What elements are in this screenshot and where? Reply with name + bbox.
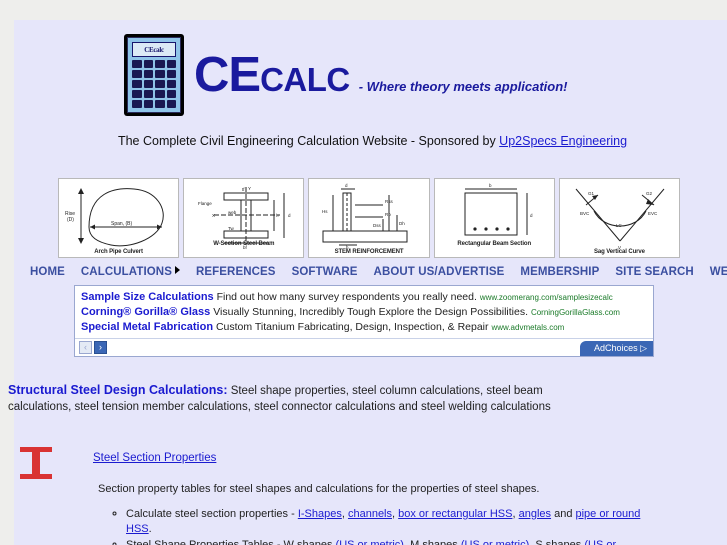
nav-item-software[interactable]: SOFTWARE	[292, 266, 358, 278]
page-title: Structural Steel Design Calculations:	[8, 383, 228, 397]
svg-text:Rss: Rss	[385, 199, 393, 204]
diagram-caption: Arch Pipe Culvert	[94, 249, 143, 255]
ad-next-button[interactable]: ›	[94, 341, 107, 354]
sep: , S shapes	[529, 539, 585, 545]
link-box-rect-hss[interactable]: box or rectangular HSS	[398, 508, 512, 520]
diagram-strip: Rise (D) Span, (B) Arch Pipe Culvert tf	[58, 178, 681, 258]
nav-item-about-us-advertise[interactable]: ABOUT US/ADVERTISE	[374, 266, 505, 278]
link-i-shapes[interactable]: I-Shapes	[298, 508, 342, 520]
advertisement-box: Sample Size Calculations Find out how ma…	[74, 285, 654, 357]
svg-text:G1: G1	[588, 191, 595, 196]
site-subtitle: The Complete Civil Engineering Calculati…	[18, 116, 727, 148]
calculator-keys	[132, 60, 176, 108]
nav-item-web-search[interactable]: WEB SEARCH	[710, 266, 727, 278]
site-header: CEcalc CE CALC - Where theory meets appl…	[14, 20, 727, 148]
calculator-icon: CEcalc	[124, 34, 184, 116]
sponsor-link[interactable]: Up2Specs Engineering	[499, 134, 627, 148]
svg-text:b: b	[489, 183, 492, 188]
site-tagline: - Where theory meets application!	[358, 79, 568, 94]
ad-title[interactable]: Sample Size Calculations	[81, 291, 214, 303]
ad-title[interactable]: Corning® Gorilla® Glass	[81, 306, 210, 318]
diagram-w-section-steel-beam[interactable]: tf Y Flange web X Tw h d bf W-Section St…	[183, 178, 305, 258]
ad-url[interactable]: www.advmetals.com	[491, 323, 564, 332]
svg-text:EVC: EVC	[648, 211, 658, 216]
logo-row: CEcalc CE CALC - Where theory meets appl…	[14, 20, 727, 116]
nav-item-home[interactable]: HOME	[30, 266, 65, 278]
svg-text:X: X	[212, 213, 215, 218]
calculator-screen-label: CEcalc	[132, 42, 176, 57]
nav-item-calculations[interactable]: CALCULATIONS	[81, 266, 180, 278]
ad-text: Visually Stunning, Incredibly Tough Expl…	[213, 306, 529, 318]
nav-item-calculations-label: CALCULATIONS	[80, 266, 172, 278]
diagram-rectangular-beam-section[interactable]: b d Rectangular Beam Section	[433, 178, 555, 258]
ad-prev-button[interactable]: ‹	[79, 341, 92, 354]
diagram-sag-vertical-curve[interactable]: G1 G2 BVC EVC LC V Sag Vertical Curve	[558, 178, 681, 258]
link-s-shapes-units[interactable]: (US or	[584, 539, 616, 545]
diagram-caption: Sag Vertical Curve	[593, 249, 645, 255]
bullet-prefix: Steel Shape Properties Tables - W shapes	[126, 539, 336, 545]
svg-text:Flange: Flange	[198, 201, 212, 206]
ad-text: Custom Titanium Fabricating, Design, Ins…	[215, 321, 489, 333]
link-m-shapes-units[interactable]: (US or metric)	[461, 539, 529, 545]
svg-text:(D): (D)	[67, 217, 74, 223]
svg-text:LC: LC	[616, 223, 623, 228]
svg-text:Dss: Dss	[373, 223, 381, 228]
ad-footer: ‹ › AdChoices ▷	[75, 338, 653, 356]
svg-text:d: d	[530, 213, 533, 218]
section-bullet-list: Calculate steel section properties - I-S…	[98, 507, 658, 545]
svg-text:d: d	[288, 213, 291, 218]
ad-item[interactable]: Corning® Gorilla® Glass Visually Stunnin…	[81, 305, 647, 320]
svg-text:Hs: Hs	[322, 209, 328, 214]
nav-item-references[interactable]: REFERENCES	[196, 266, 276, 278]
site-wordmark[interactable]: CE CALC - Where theory meets application…	[194, 47, 568, 103]
list-item: Calculate steel section properties - I-S…	[126, 507, 658, 536]
bullet-prefix: Calculate steel section properties -	[126, 508, 298, 520]
page-intro: Structural Steel Design Calculations: St…	[8, 383, 608, 415]
page-root: CEcalc CE CALC - Where theory meets appl…	[0, 0, 727, 545]
sep: and	[551, 508, 576, 520]
diagram-caption: W-Section Steel Beam	[213, 241, 275, 247]
section-body: Section property tables for steel shapes…	[98, 482, 658, 545]
link-w-shapes-units[interactable]: (US or metric)	[336, 539, 404, 545]
sep: .	[148, 522, 152, 535]
diagram-arch-pipe-culvert[interactable]: Rise (D) Span, (B) Arch Pipe Culvert	[58, 178, 180, 258]
svg-text:web: web	[228, 210, 237, 215]
svg-text:Span, (B): Span, (B)	[111, 221, 132, 227]
subtitle-text: The Complete Civil Engineering Calculati…	[117, 134, 500, 148]
wordmark-ce: CE	[194, 48, 261, 102]
diagram-caption: STEM REINFORCEMENT	[334, 249, 404, 255]
ad-url[interactable]: CorningGorillaGlass.com	[531, 308, 620, 317]
link-angles[interactable]: angles	[519, 508, 551, 520]
svg-text:Tw: Tw	[228, 226, 235, 231]
nav-item-site-search[interactable]: SITE SEARCH	[615, 266, 693, 278]
svg-text:BVC: BVC	[580, 211, 590, 216]
steel-section-properties-link[interactable]: Steel Section Properties	[93, 452, 216, 464]
svg-text:d: d	[345, 183, 348, 188]
diagram-caption: Rectangular Beam Section	[457, 241, 532, 247]
i-beam-icon	[20, 447, 52, 479]
ad-title[interactable]: Special Metal Fabrication	[81, 321, 213, 333]
main-navigation: HOME CALCULATIONS REFERENCES SOFTWARE AB…	[30, 266, 727, 278]
ad-text: Find out how many survey respondents you…	[216, 291, 477, 303]
svg-text:tf: tf	[242, 187, 245, 192]
ad-item[interactable]: Special Metal Fabrication Custom Titaniu…	[81, 320, 647, 335]
nav-item-membership[interactable]: MEMBERSHIP	[520, 266, 599, 278]
link-channels[interactable]: channels	[348, 508, 392, 520]
svg-text:Rb: Rb	[385, 212, 391, 217]
adchoices-button[interactable]: AdChoices ▷	[580, 341, 653, 356]
wordmark-calc: CALC	[260, 61, 350, 98]
svg-text:Dh: Dh	[399, 221, 405, 226]
section-description: Section property tables for steel shapes…	[98, 483, 540, 495]
sep: , M shapes	[403, 539, 461, 545]
chevron-right-icon	[174, 266, 180, 274]
list-item: Steel Shape Properties Tables - W shapes…	[126, 538, 658, 545]
svg-text:G2: G2	[646, 191, 653, 196]
ad-url[interactable]: www.zoomerang.com/samplesizecalc	[480, 293, 613, 302]
ad-pager: ‹ ›	[79, 341, 107, 354]
ad-item[interactable]: Sample Size Calculations Find out how ma…	[81, 290, 647, 305]
svg-text:Y: Y	[248, 186, 251, 191]
diagram-stem-reinforcement[interactable]: d Rss Rb Hs Dss Dh h STEM REINFORCEMENT	[308, 178, 430, 258]
